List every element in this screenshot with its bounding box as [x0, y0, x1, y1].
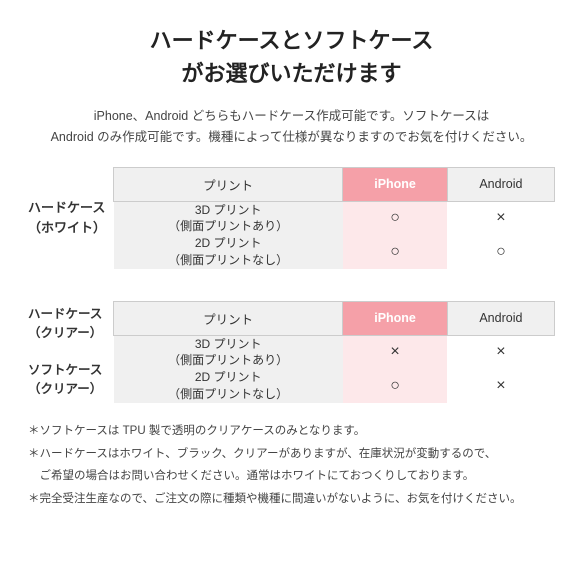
col-android-1: Android [447, 167, 554, 201]
table-section-1: ハードケース（ホワイト） プリント iPhone Android [28, 167, 555, 269]
table2-label: ハードケース（クリアー）ソフトケース（クリアー） [28, 301, 113, 403]
iphone-3d-1: ○ [343, 201, 447, 235]
subtitle-text: iPhone、Android どちらもハードケース作成可能です。ソフトケースはA… [28, 106, 555, 149]
table2-inner: プリント iPhone Android 3D プリント（側面プリントあり） × … [113, 301, 555, 403]
note-2: ＊ハードケースはホワイト、ブラック、クリアーがありますが、在庫状況が変動するので… [28, 444, 555, 465]
col-iphone-1: iPhone [343, 167, 447, 201]
print-2d-2: 2D プリント（側面プリントなし） [114, 369, 343, 403]
col-print-1: プリント [114, 167, 343, 201]
table-section-2: ハードケース（クリアー）ソフトケース（クリアー） プリント iPhone And… [28, 301, 555, 403]
col-android-2: Android [447, 301, 554, 335]
table-row: 3D プリント（側面プリントあり） ○ × [114, 201, 555, 235]
print-2d-1: 2D プリント（側面プリントなし） [114, 235, 343, 269]
table-row: 3D プリント（側面プリントあり） × × [114, 335, 555, 369]
iphone-2d-1: ○ [343, 235, 447, 269]
iphone-3d-2: × [343, 335, 447, 369]
col-print-2: プリント [114, 301, 343, 335]
page-container: ハードケースとソフトケース がお選びいただけます iPhone、Android … [28, 24, 555, 510]
print-3d-2: 3D プリント（側面プリントあり） [114, 335, 343, 369]
android-3d-2: × [447, 335, 554, 369]
col-iphone-2: iPhone [343, 301, 447, 335]
android-2d-2: × [447, 369, 554, 403]
note-3: ご希望の場合はお問い合わせください。通常はホワイトにておつくりしております。 [28, 466, 555, 487]
note-4: ＊完全受注生産なので、ご注文の際に種類や機種に間違いがないように、お気を付けくだ… [28, 489, 555, 510]
print-3d-1: 3D プリント（側面プリントあり） [114, 201, 343, 235]
iphone-2d-2: ○ [343, 369, 447, 403]
android-3d-1: × [447, 201, 554, 235]
table1-inner: プリント iPhone Android 3D プリント（側面プリントあり） ○ … [113, 167, 555, 269]
notes-section: ＊ソフトケースは TPU 製で透明のクリアケースのみとなります。 ＊ハードケース… [28, 421, 555, 510]
note-1: ＊ソフトケースは TPU 製で透明のクリアケースのみとなります。 [28, 421, 555, 442]
main-title: ハードケースとソフトケース がお選びいただけます [28, 24, 555, 90]
table-row: 2D プリント（側面プリントなし） ○ ○ [114, 235, 555, 269]
android-2d-1: ○ [447, 235, 554, 269]
table-row: 2D プリント（側面プリントなし） ○ × [114, 369, 555, 403]
table1-label: ハードケース（ホワイト） [28, 167, 113, 269]
